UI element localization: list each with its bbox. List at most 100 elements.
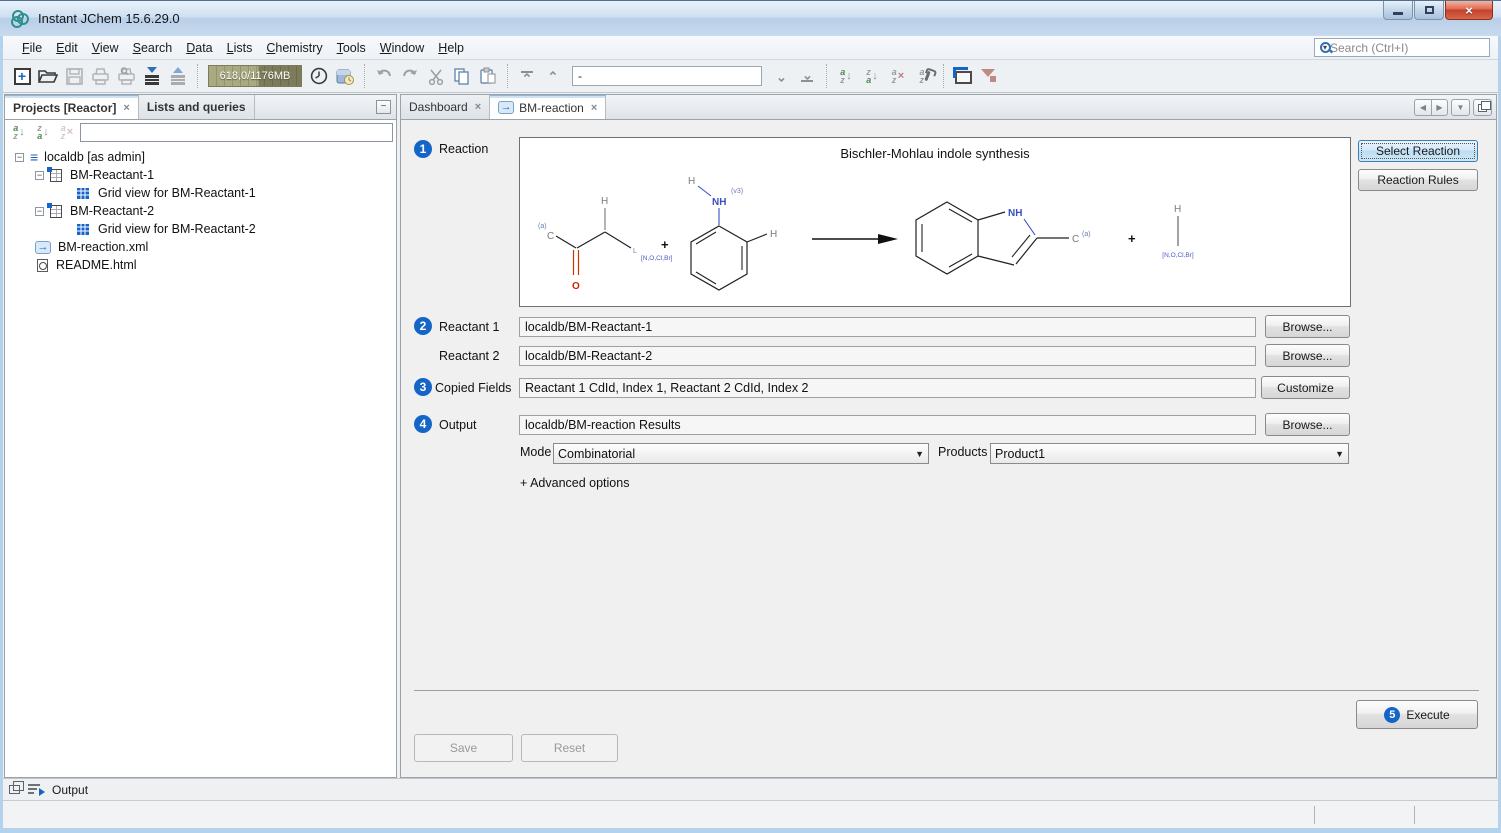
- titlebar: Instant JChem 15.6.29.0 ×: [0, 0, 1501, 36]
- tree-item-grid-view-1[interactable]: Grid view for BM-Reactant-1: [5, 184, 396, 202]
- collapse-icon[interactable]: −: [35, 171, 44, 180]
- grid-view-icon: [77, 187, 90, 200]
- tree-remove-sort-button[interactable]: az×: [56, 123, 78, 141]
- menu-help[interactable]: Help: [431, 38, 471, 58]
- maximize-view-button[interactable]: [1473, 99, 1492, 116]
- tree-sort-ascending-button[interactable]: az↓: [8, 123, 30, 141]
- select-reaction-button[interactable]: Select Reaction: [1358, 140, 1478, 162]
- minimize-button[interactable]: [1383, 1, 1413, 20]
- html-file-icon: [37, 259, 48, 272]
- garbage-collect-button[interactable]: [306, 63, 332, 89]
- copy-icon: [453, 67, 471, 85]
- reset-button[interactable]: Reset: [521, 734, 618, 762]
- scheduled-tasks-button[interactable]: [332, 63, 358, 89]
- collapse-icon[interactable]: −: [35, 207, 44, 216]
- export-button[interactable]: [165, 63, 191, 89]
- menu-window[interactable]: Window: [373, 38, 431, 58]
- remove-sort-button[interactable]: az×: [885, 63, 911, 89]
- mode-label: Mode: [520, 445, 551, 459]
- sort-descending-button[interactable]: za↓: [859, 63, 885, 89]
- tab-dashboard[interactable]: Dashboard ×: [401, 95, 490, 119]
- tab-bm-reaction[interactable]: → BM-reaction ×: [490, 95, 606, 119]
- execute-button[interactable]: 5 Execute: [1356, 700, 1478, 729]
- filter-button[interactable]: [976, 63, 1002, 89]
- output-browse-button[interactable]: Browse...: [1265, 413, 1350, 436]
- first-record-button[interactable]: ⌃: [514, 63, 540, 89]
- tree-item-grid-view-2[interactable]: Grid view for BM-Reactant-2: [5, 220, 396, 238]
- output-field[interactable]: [519, 415, 1256, 435]
- reactant2-label: Reactant 2: [439, 349, 499, 363]
- save-icon: [66, 68, 83, 85]
- next-record-button[interactable]: ⌃: [768, 63, 794, 89]
- menu-file[interactable]: File: [15, 38, 49, 58]
- scroll-tabs-right-button[interactable]: ▶: [1431, 99, 1448, 116]
- mode-value: Combinatorial: [558, 447, 635, 461]
- custom-sort-button[interactable]: az: [911, 63, 937, 89]
- tab-lists-queries-label: Lists and queries: [147, 100, 246, 114]
- clock-icon: [310, 67, 328, 85]
- menu-chemistry[interactable]: Chemistry: [259, 38, 329, 58]
- save-button[interactable]: [61, 63, 87, 89]
- record-selector[interactable]: -: [572, 66, 762, 86]
- scroll-tabs-left-button[interactable]: ◀: [1414, 99, 1431, 116]
- menu-lists[interactable]: Lists: [220, 38, 260, 58]
- previous-record-button[interactable]: ⌃: [540, 63, 566, 89]
- tab-dashboard-close-icon[interactable]: ×: [475, 101, 481, 113]
- restore-window-group-icon[interactable]: [9, 785, 20, 794]
- tab-projects-close-icon[interactable]: ×: [123, 102, 129, 114]
- tab-list-dropdown-button[interactable]: ▼: [1451, 99, 1470, 116]
- tree-item-localdb[interactable]: − ≡ localdb [as admin]: [5, 148, 396, 166]
- tree-item-bm-reactant-1[interactable]: − BM-Reactant-1: [5, 166, 396, 184]
- tree-item-bm-reactant-2[interactable]: − BM-Reactant-2: [5, 202, 396, 220]
- tab-bm-reaction-close-icon[interactable]: ×: [591, 102, 597, 114]
- reaction-scheme-box[interactable]: Bischler-Mohlau indole synthesis (a) C O…: [519, 137, 1351, 307]
- copy-button[interactable]: [449, 63, 475, 89]
- menu-edit[interactable]: Edit: [49, 38, 85, 58]
- reactant1-browse-button[interactable]: Browse...: [1265, 315, 1350, 338]
- menu-search[interactable]: Search: [126, 38, 180, 58]
- reactant2-browse-button[interactable]: Browse...: [1265, 344, 1350, 367]
- tree-sort-descending-button[interactable]: za↓: [32, 123, 54, 141]
- print-button[interactable]: [87, 63, 113, 89]
- tab-lists-queries[interactable]: Lists and queries: [139, 95, 255, 119]
- reactant1-field[interactable]: [519, 317, 1256, 337]
- new-button[interactable]: +: [9, 63, 35, 89]
- undo-button[interactable]: [371, 63, 397, 89]
- save-button[interactable]: Save: [414, 734, 513, 762]
- collapse-icon[interactable]: −: [15, 153, 24, 162]
- output-window-label[interactable]: Output: [52, 783, 88, 797]
- maximize-button[interactable]: [1414, 1, 1444, 20]
- copied-fields-field[interactable]: [519, 378, 1256, 398]
- reactant2-field[interactable]: [519, 346, 1256, 366]
- menu-data[interactable]: Data: [179, 38, 219, 58]
- tree-item-readme-html[interactable]: README.html: [5, 256, 396, 274]
- tree-remove-sort-icon: az×: [61, 124, 73, 140]
- open-button[interactable]: [35, 63, 61, 89]
- menu-tools[interactable]: Tools: [330, 38, 373, 58]
- tree-item-label: BM-Reactant-1: [70, 168, 154, 182]
- sort-ascending-button[interactable]: az↓: [833, 63, 859, 89]
- import-button[interactable]: [139, 63, 165, 89]
- last-record-button[interactable]: ⌃: [794, 63, 820, 89]
- search-input[interactable]: [1330, 41, 1485, 55]
- tree-item-bm-reaction-xml[interactable]: → BM-reaction.xml: [5, 238, 396, 256]
- memory-indicator[interactable]: 618,0/1176MB: [208, 65, 302, 87]
- panel-minimize-button[interactable]: −: [376, 100, 391, 114]
- new-view-button[interactable]: [950, 63, 976, 89]
- customize-button[interactable]: Customize: [1261, 376, 1350, 399]
- redo-button[interactable]: [397, 63, 423, 89]
- mode-select[interactable]: Combinatorial ▼: [553, 443, 929, 464]
- tree-filter-input[interactable]: [80, 123, 393, 142]
- advanced-options-toggle[interactable]: + Advanced options: [520, 476, 629, 490]
- reaction-rules-button[interactable]: Reaction Rules: [1358, 169, 1478, 191]
- menu-view[interactable]: View: [85, 38, 126, 58]
- paste-button[interactable]: [475, 63, 501, 89]
- reaction-file-icon: →: [35, 241, 51, 254]
- menubar: File Edit View Search Data Lists Chemist…: [3, 36, 1498, 60]
- cut-button[interactable]: [423, 63, 449, 89]
- close-button[interactable]: ×: [1445, 1, 1493, 20]
- atom-map-a-label: (a): [538, 223, 547, 230]
- tab-projects[interactable]: Projects [Reactor] ×: [5, 95, 139, 119]
- products-select[interactable]: Product1 ▼: [990, 443, 1349, 464]
- print-preview-button[interactable]: [113, 63, 139, 89]
